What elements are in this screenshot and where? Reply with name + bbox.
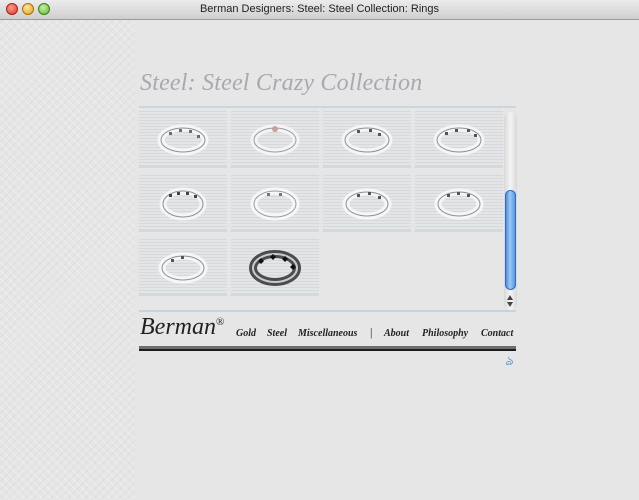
ring-thumbnail-5[interactable] — [139, 174, 227, 232]
window-titlebar: Berman Designers: Steel: Steel Collectio… — [0, 0, 639, 20]
nav-separator: | — [370, 325, 373, 339]
ring-thumbnail-6[interactable] — [231, 174, 319, 232]
ring-thumbnail-10[interactable] — [231, 238, 319, 296]
ring-thumbnail-1[interactable] — [139, 110, 227, 168]
footer-divider-black — [139, 349, 516, 351]
ring-thumbnail-4[interactable] — [415, 110, 503, 168]
registered-mark: ® — [215, 316, 225, 328]
ring-thumbnail-3[interactable] — [323, 110, 411, 168]
nav-miscellaneous[interactable]: Miscellaneous — [298, 328, 357, 339]
site-credit-icon[interactable]: ঌ — [505, 352, 513, 373]
nav-about[interactable]: About — [384, 328, 409, 339]
nav-gold[interactable]: Gold — [236, 328, 256, 339]
ring-thumbnail-8[interactable] — [415, 174, 503, 232]
footer-top-divider — [139, 310, 516, 312]
brand-name: Berman — [140, 314, 216, 340]
nav-contact[interactable]: Contact — [481, 328, 513, 339]
page-title: Steel: Steel Crazy Collection — [140, 70, 423, 96]
background-texture — [0, 20, 135, 500]
ring-gallery — [139, 110, 503, 310]
arrow-down-icon[interactable] — [507, 302, 513, 307]
gallery-scrollbar[interactable] — [504, 112, 517, 310]
ring-thumbnail-7[interactable] — [323, 174, 411, 232]
nav-philosophy[interactable]: Philosophy — [422, 328, 468, 339]
brand-logo[interactable]: Berman® — [140, 314, 224, 341]
ring-thumbnail-2[interactable] — [231, 110, 319, 168]
ring-thumbnail-9[interactable] — [139, 238, 227, 296]
top-divider — [139, 106, 516, 108]
nav-steel[interactable]: Steel — [267, 328, 287, 339]
arrow-up-icon[interactable] — [507, 295, 513, 300]
scrollbar-thumb[interactable] — [505, 190, 516, 290]
window-title: Berman Designers: Steel: Steel Collectio… — [199, 3, 440, 15]
